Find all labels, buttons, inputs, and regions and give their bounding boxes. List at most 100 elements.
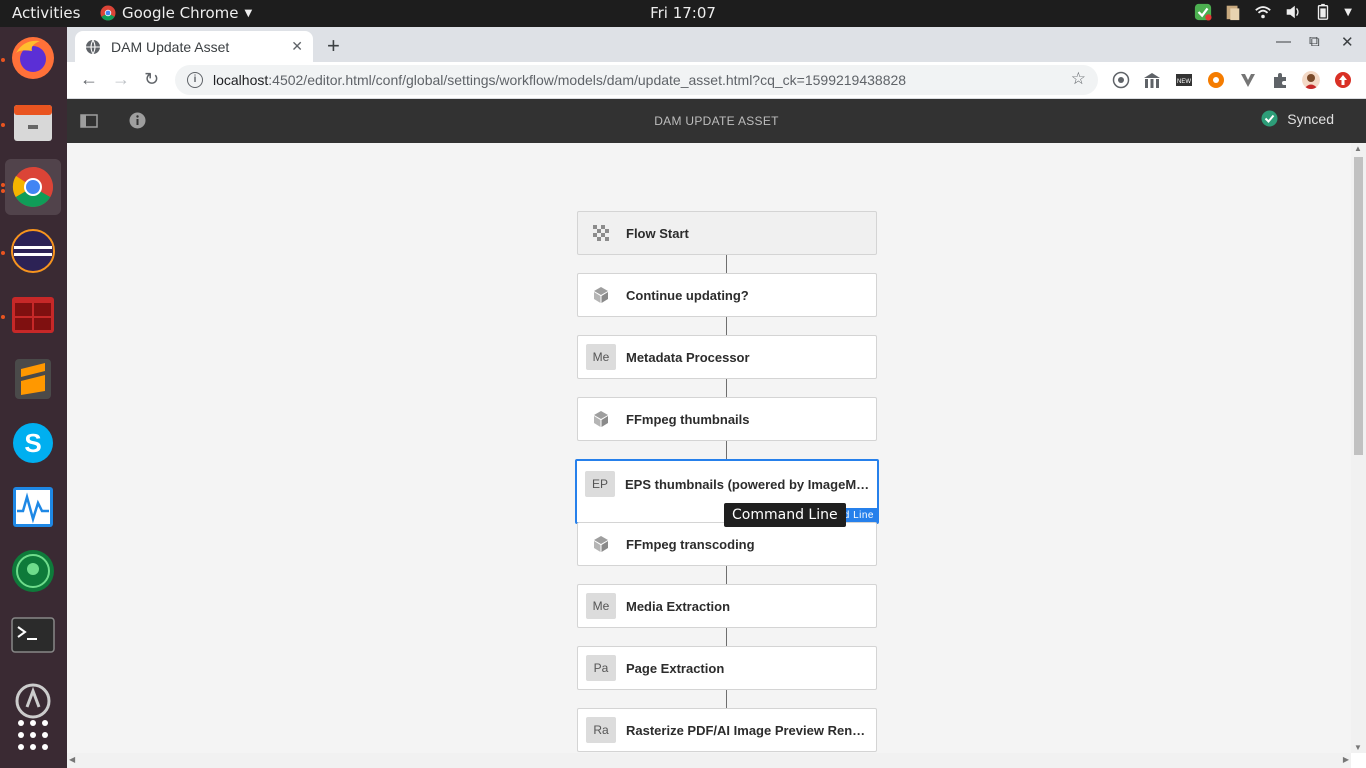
scroll-down-arrow[interactable]: ▼: [1354, 743, 1362, 752]
url-path: :4502/editor.html/conf/global/settings/w…: [268, 72, 907, 88]
dock-chrome[interactable]: [5, 159, 61, 215]
browser-window: DAM Update Asset ✕ + — ⧉ ✕ ← → ↻ i local…: [67, 27, 1366, 768]
side-panel-toggle-icon[interactable]: [80, 114, 98, 128]
dock-app-grid[interactable]: [5, 707, 61, 763]
dock-eclipse[interactable]: [5, 223, 61, 279]
browser-toolbar: ← → ↻ i localhost:4502/editor.html/conf/…: [67, 62, 1366, 99]
dock-firefox[interactable]: [5, 30, 61, 86]
tooltip: Command Line: [724, 503, 846, 527]
step-label: Continue updating?: [626, 287, 749, 303]
tab-title: DAM Update Asset: [111, 38, 230, 55]
minimize-button[interactable]: —: [1276, 33, 1291, 50]
close-window-button[interactable]: ✕: [1341, 33, 1354, 51]
terminal-icon: [11, 617, 55, 653]
scroll-up-arrow[interactable]: ▲: [1354, 144, 1362, 153]
clipboard-icon[interactable]: [1224, 3, 1242, 21]
activities-button[interactable]: Activities: [12, 4, 80, 22]
page-title: DAM UPDATE ASSET: [654, 114, 779, 128]
sync-status: Synced: [1261, 110, 1334, 127]
bookmark-star-icon[interactable]: ☆: [1071, 69, 1086, 89]
scrollbar-thumb[interactable]: [1354, 157, 1363, 455]
skype-icon: S: [13, 423, 53, 463]
chrome-icon: [12, 167, 53, 207]
info-icon[interactable]: [129, 112, 146, 129]
step-label: Rasterize PDF/AI Image Preview Rendi...: [626, 722, 871, 738]
app-menu[interactable]: Google Chrome ▼: [100, 4, 252, 22]
app-grid-icon: [18, 720, 48, 750]
vertical-scrollbar[interactable]: ▲ ▼: [1351, 143, 1366, 753]
editor-header: DAM UPDATE ASSET Synced: [67, 99, 1366, 143]
globe-icon: [86, 39, 100, 54]
extension-v-icon[interactable]: [1239, 71, 1257, 89]
address-bar[interactable]: i localhost:4502/editor.html/conf/global…: [175, 65, 1098, 95]
step-label: Page Extraction: [626, 660, 725, 676]
caret-down-icon: ▼: [244, 7, 253, 19]
step-label: Metadata Processor: [626, 349, 750, 365]
terminal-red-icon: [12, 297, 54, 333]
step-badge: Ra: [586, 717, 616, 743]
gitkraken-icon: [12, 550, 54, 592]
system-menu-caret-icon[interactable]: ▼: [1344, 7, 1352, 18]
extensions-puzzle-icon[interactable]: [1271, 71, 1289, 89]
maximize-button[interactable]: ⧉: [1309, 33, 1320, 50]
tab-strip: DAM Update Asset ✕ + — ⧉ ✕: [67, 27, 1366, 62]
dock-gitkraken[interactable]: [5, 543, 61, 599]
forward-button[interactable]: →: [112, 69, 130, 90]
workflow-step[interactable]: Continue updating?: [577, 273, 877, 317]
reload-button[interactable]: ↻: [144, 69, 159, 90]
app-menu-label: Google Chrome: [122, 4, 239, 22]
chrome-small-icon: [100, 5, 116, 21]
horizontal-scrollbar[interactable]: ◀ ▶: [67, 753, 1351, 768]
dock-files[interactable]: [5, 95, 61, 151]
workflow-step[interactable]: Ra Rasterize PDF/AI Image Preview Rendi.…: [577, 708, 877, 752]
workflow-step[interactable]: Me Metadata Processor: [577, 335, 877, 379]
dock-sublime[interactable]: [5, 351, 61, 407]
volume-icon[interactable]: [1284, 3, 1302, 21]
close-tab-icon[interactable]: ✕: [291, 38, 303, 55]
clock[interactable]: Fri 17:07: [650, 4, 716, 22]
dock-terminal-red[interactable]: [5, 287, 61, 343]
profile-avatar-icon[interactable]: [1302, 71, 1320, 89]
eclipse-icon: [11, 229, 55, 273]
check-circle-icon: [1261, 110, 1278, 127]
extension-orange-icon[interactable]: [1207, 71, 1225, 89]
url-host: localhost: [213, 72, 269, 88]
dock: S: [0, 27, 67, 768]
dock-monitor[interactable]: [5, 479, 61, 535]
workflow-step[interactable]: Me Media Extraction: [577, 584, 877, 628]
wifi-icon[interactable]: [1254, 3, 1272, 21]
extension-circle-icon[interactable]: [1112, 71, 1130, 89]
workflow-canvas[interactable]: Flow Start Continue updating? Me Metadat…: [67, 143, 1351, 753]
workflow-step[interactable]: FFmpeg transcoding: [577, 522, 877, 566]
update-notifier-icon[interactable]: [1194, 3, 1212, 21]
battery-icon[interactable]: [1314, 3, 1332, 21]
dock-skype[interactable]: S: [5, 415, 61, 471]
scroll-right-arrow[interactable]: ▶: [1343, 755, 1349, 764]
scroll-left-arrow[interactable]: ◀: [69, 755, 75, 764]
step-badge: Me: [586, 344, 616, 370]
update-arrow-icon[interactable]: [1334, 71, 1352, 89]
step-label: Flow Start: [626, 225, 689, 241]
back-button[interactable]: ←: [80, 69, 98, 90]
tab-dam-update-asset[interactable]: DAM Update Asset ✕: [75, 31, 313, 62]
extension-new-icon[interactable]: NEW: [1175, 71, 1193, 89]
workflow-step[interactable]: FFmpeg thumbnails: [577, 397, 877, 441]
dock-terminal[interactable]: [5, 607, 61, 663]
monitor-icon: [13, 487, 53, 527]
cube-icon: [594, 287, 608, 303]
new-tab-button[interactable]: +: [327, 33, 340, 59]
step-label: Media Extraction: [626, 598, 731, 614]
step-badge: Me: [586, 593, 616, 619]
system-tray[interactable]: ▼: [1194, 3, 1352, 21]
step-badge: Pa: [586, 655, 616, 681]
firefox-icon: [12, 37, 54, 79]
workflow-step-flow-start[interactable]: Flow Start: [577, 211, 877, 255]
extension-building-icon[interactable]: [1143, 71, 1161, 89]
cube-icon: [594, 536, 608, 552]
sync-status-label: Synced: [1287, 110, 1334, 127]
files-icon: [14, 105, 52, 141]
workflow-step[interactable]: Pa Page Extraction: [577, 646, 877, 690]
flow-start-icon: [593, 225, 609, 241]
svg-text:S: S: [24, 428, 41, 458]
site-info-icon[interactable]: i: [187, 72, 203, 88]
